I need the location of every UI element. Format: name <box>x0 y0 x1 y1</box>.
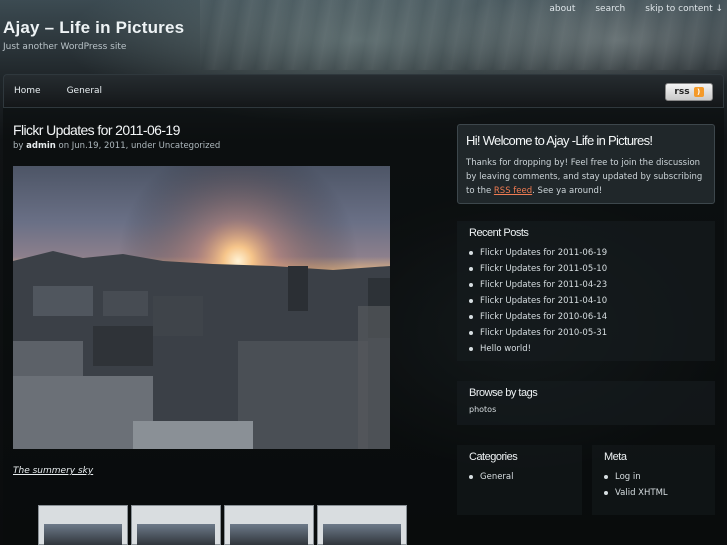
post-photo[interactable] <box>13 166 390 449</box>
rss-feed-link[interactable]: RSS feed <box>494 186 532 196</box>
welcome-text-2: . See ya around! <box>532 186 603 196</box>
post-title[interactable]: Flickr Updates for 2011-06-19 <box>13 122 180 138</box>
list-item[interactable]: Flickr Updates for 2011-05-10 <box>469 261 715 277</box>
bullet-icon <box>469 347 473 351</box>
categories-widget: Categories General <box>457 445 582 515</box>
nav-bar: Home General rss ) <box>3 74 724 108</box>
list-item[interactable]: General <box>469 469 582 485</box>
recent-posts-list: Flickr Updates for 2011-06-19 Flickr Upd… <box>469 245 715 357</box>
list-item[interactable]: Hello world! <box>469 341 715 357</box>
rss-feed-icon: ) <box>693 87 704 97</box>
tag-photos[interactable]: photos <box>469 405 715 414</box>
list-item[interactable]: Flickr Updates for 2011-04-10 <box>469 293 715 309</box>
bullet-icon <box>469 331 473 335</box>
city-sunset-image <box>13 166 390 449</box>
rss-label: rss <box>674 87 690 97</box>
welcome-text: Thanks for dropping by! Feel free to joi… <box>466 156 710 198</box>
meta-list: Log in Valid XHTML <box>604 469 715 501</box>
bullet-icon <box>604 475 608 479</box>
categories-list: General <box>469 469 582 485</box>
bullet-icon <box>469 475 473 479</box>
thumbnail-image <box>323 524 401 545</box>
list-item[interactable]: Flickr Updates for 2011-04-23 <box>469 277 715 293</box>
post-meta-by: by <box>13 141 24 151</box>
meta-title: Meta <box>604 451 627 463</box>
welcome-title: Hi! Welcome to Ajay -Life in Pictures! <box>466 133 653 148</box>
list-item[interactable]: Flickr Updates for 2011-06-19 <box>469 245 715 261</box>
thumbnail-image <box>137 524 215 545</box>
site-title[interactable]: Ajay – Life in Pictures <box>3 18 184 38</box>
thumbnail[interactable] <box>224 505 314 545</box>
thumbnail-image <box>230 524 308 545</box>
thumbnail[interactable] <box>38 505 128 545</box>
bullet-icon <box>469 299 473 303</box>
thumbnail-image <box>44 524 122 545</box>
recent-posts-title: Recent Posts <box>469 227 529 239</box>
recent-posts-widget: Recent Posts Flickr Updates for 2011-06-… <box>457 221 715 361</box>
top-links: about search skip to content ↓ <box>549 4 723 14</box>
categories-title: Categories <box>469 451 518 463</box>
nav-item-home[interactable]: Home <box>14 86 41 96</box>
bullet-icon <box>604 491 608 495</box>
post-meta: by admin on Jun.19, 2011, under Uncatego… <box>13 141 220 151</box>
thumbnail[interactable] <box>131 505 221 545</box>
list-item[interactable]: Valid XHTML <box>604 485 715 501</box>
bullet-icon <box>469 251 473 255</box>
list-item[interactable]: Flickr Updates for 2010-06-14 <box>469 309 715 325</box>
bullet-icon <box>469 315 473 319</box>
meta-widget: Meta Log in Valid XHTML <box>592 445 715 515</box>
list-item[interactable]: Log in <box>604 469 715 485</box>
post-date-category: on Jun.19, 2011, under Uncategorized <box>58 141 221 151</box>
list-item[interactable]: Flickr Updates for 2010-05-31 <box>469 325 715 341</box>
welcome-box: Hi! Welcome to Ajay -Life in Pictures! T… <box>457 124 715 204</box>
tags-title: Browse by tags <box>469 387 538 399</box>
nav-menu: Home General <box>14 86 102 96</box>
post-author[interactable]: admin <box>26 141 56 151</box>
skip-to-content-link[interactable]: skip to content ↓ <box>645 4 723 14</box>
tags-widget: Browse by tags photos <box>457 381 715 425</box>
bullet-icon <box>469 267 473 271</box>
bullet-icon <box>469 283 473 287</box>
search-link[interactable]: search <box>595 4 625 14</box>
site-tagline: Just another WordPress site <box>3 42 127 52</box>
photo-caption[interactable]: The summery sky <box>13 466 93 476</box>
rss-button[interactable]: rss ) <box>665 83 713 101</box>
thumbnail[interactable] <box>317 505 407 545</box>
about-link[interactable]: about <box>549 4 575 14</box>
nav-item-general[interactable]: General <box>67 86 102 96</box>
